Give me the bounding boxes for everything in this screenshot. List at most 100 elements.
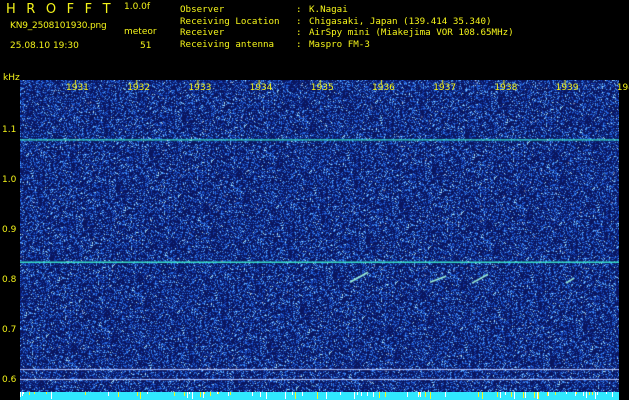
info-row-antenna: Receiving antenna : Maspro FM-3	[180, 39, 514, 51]
baseline-spike	[295, 392, 296, 399]
baseline-spike	[317, 392, 318, 399]
meteor-count: 51	[140, 41, 152, 51]
time-tick-label: 1938	[494, 83, 518, 93]
time-tick-label: 1932	[127, 83, 151, 93]
baseline-spike	[23, 392, 24, 394]
app-version: 1.0.0f	[124, 2, 151, 12]
baseline-spike	[547, 392, 548, 396]
baseline-spike	[285, 392, 286, 399]
info-sep: :	[296, 27, 302, 38]
baseline-spike	[228, 392, 229, 396]
baseline-spike	[612, 392, 613, 397]
baseline-spike	[210, 392, 211, 396]
time-tick-label: 1940	[616, 83, 629, 93]
baseline-spike	[597, 392, 598, 395]
mode-label: meteor	[124, 27, 157, 37]
baseline-spike	[538, 392, 539, 399]
baseline-spike	[505, 392, 506, 395]
baseline-spike	[252, 392, 253, 396]
baseline-spike	[20, 392, 21, 397]
baseline-spike	[373, 392, 374, 397]
baseline-spike	[204, 392, 205, 394]
time-tick-label: 1936	[372, 83, 395, 93]
spectrogram	[20, 80, 619, 392]
baseline-spike	[430, 392, 431, 399]
baseline-spike	[85, 392, 86, 395]
freq-tick-label: 0.9	[2, 224, 17, 235]
freq-tick-label: 0.6	[2, 374, 17, 385]
baseline-spike	[555, 392, 556, 395]
baseline-spike	[292, 392, 293, 395]
baseline-spike	[592, 392, 593, 395]
baseline-spike	[22, 392, 23, 396]
info-row-location: Receiving Location : Chigasaki, Japan (1…	[180, 16, 514, 28]
baseline-spike	[566, 392, 567, 394]
baseline-spike	[418, 392, 419, 397]
baseline-spike	[478, 392, 479, 397]
baseline-spike	[140, 392, 141, 399]
baseline-spike	[266, 392, 267, 399]
baseline-spike	[367, 392, 368, 396]
baseline-spike	[357, 392, 358, 395]
info-sep: :	[296, 38, 302, 50]
baseline-spike	[137, 392, 138, 396]
baseline-spike	[420, 392, 421, 397]
baseline-spike	[51, 392, 52, 399]
baseline-spike	[260, 392, 261, 397]
time-tick-label: 1931	[66, 83, 89, 93]
baseline-spike	[192, 392, 193, 399]
info-value: K.Nagai	[309, 4, 348, 15]
time-tick-label: 1933	[188, 83, 212, 93]
info-key: Observer	[180, 4, 225, 15]
baseline-spike	[523, 392, 524, 398]
baseline-spike	[46, 392, 47, 394]
freq-tick-label: 1.0	[2, 174, 17, 185]
baseline-spike	[302, 392, 303, 396]
y-axis-unit: kHz	[3, 73, 20, 83]
baseline-strip	[20, 392, 619, 400]
baseline-spike	[500, 392, 501, 398]
baseline-spike	[147, 392, 148, 394]
baseline-spike	[595, 392, 596, 399]
baseline-spike	[354, 392, 355, 399]
baseline-spike	[385, 392, 386, 397]
baseline-spike	[326, 392, 327, 399]
freq-tick-label: 1.1	[2, 124, 17, 135]
baseline-spike	[514, 392, 515, 399]
baseline-spike	[575, 392, 576, 396]
freq-tick-label: 0.7	[2, 324, 17, 335]
baseline-spike	[548, 392, 549, 396]
station-info: Observer : K.Nagai Receiving Location : …	[180, 4, 514, 50]
baseline-spike	[361, 392, 362, 396]
baseline-spike	[187, 392, 188, 398]
freq-tick-label: 0.8	[2, 274, 17, 285]
info-key: Receiving antenna	[180, 38, 275, 50]
baseline-spike	[511, 392, 512, 397]
baseline-spike	[118, 392, 119, 397]
time-tick-label: 1934	[249, 83, 273, 93]
time-tick-label: 1935	[310, 83, 334, 93]
baseline-spike	[497, 392, 498, 397]
time-tick-label: 1939	[555, 83, 579, 93]
baseline-spike	[340, 392, 341, 395]
baseline-spike	[606, 392, 607, 394]
baseline-spike	[230, 392, 231, 395]
info-row-receiver: Receiver : AirSpy mini (Miakejima VOR 10…	[180, 27, 514, 39]
baseline-spike	[576, 392, 577, 394]
info-value: Maspro FM-3	[309, 38, 370, 50]
info-sep: :	[296, 15, 302, 27]
baseline-spike	[174, 392, 175, 396]
baseline-spike	[482, 392, 483, 399]
time-tick-label: 1937	[433, 83, 457, 93]
capture-datetime: 25.08.10 19:30	[10, 41, 79, 51]
info-value: AirSpy mini (Miakejima VOR 108.65MHz)	[309, 27, 514, 38]
baseline-spike	[534, 392, 535, 398]
baseline-spike	[407, 392, 408, 397]
spectrogram-canvas	[20, 80, 619, 392]
baseline-spike	[29, 392, 30, 395]
baseline-spike	[586, 392, 587, 398]
baseline-spike	[184, 392, 185, 396]
info-sep: :	[296, 4, 302, 15]
info-key: Receiver	[180, 27, 225, 38]
baseline-spike	[200, 392, 201, 397]
